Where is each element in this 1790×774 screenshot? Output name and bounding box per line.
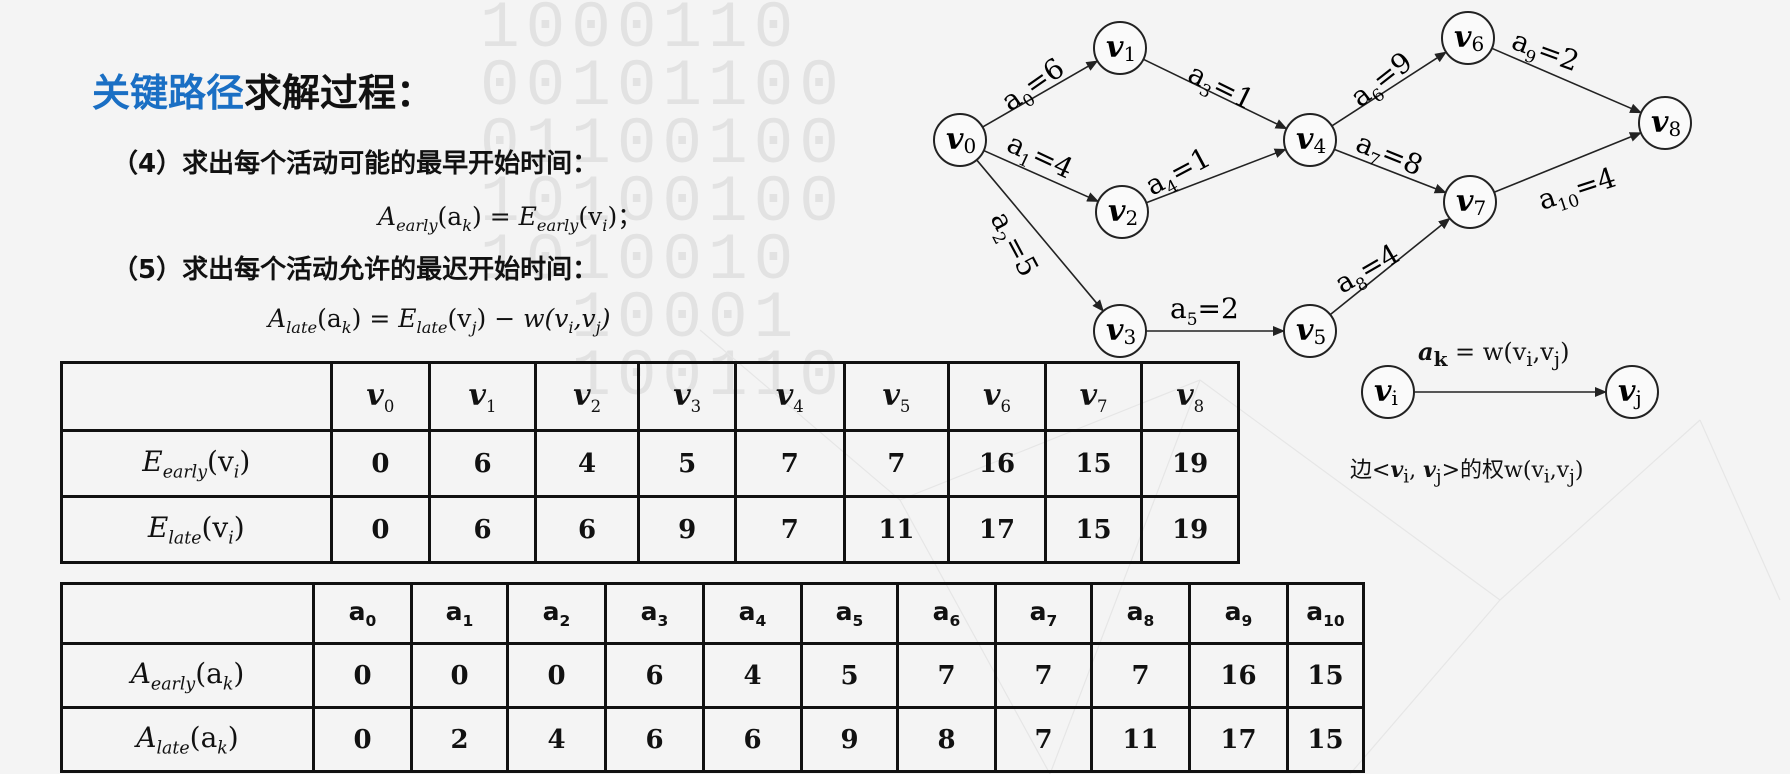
edge-label-a7: a7=8: [1350, 126, 1428, 187]
edge-label-a0: a0=6: [995, 51, 1073, 122]
aoe-network-diagram: a0=6a1=4 a2=5 a3=1 a4=1 a5=2 a6=9 a7=8 a8=4 a9=2…: [933, 11, 1692, 419]
legend-weight-formula: ak = w(vi,vj): [1418, 337, 1570, 371]
edge-label-a4: a4=1: [1140, 141, 1219, 207]
legend-caption: 边<vi, vj>的权w(vi,vj): [1350, 457, 1584, 488]
edge-label-a5: a5=2: [1170, 292, 1239, 330]
edge-label-a9: a9=2: [1506, 24, 1584, 83]
edge-label-a1: a1=4: [1000, 126, 1078, 190]
edge-v7-v8: [1493, 132, 1642, 193]
edge-label-a2: a2=5: [979, 206, 1045, 285]
edge-label-a3: a3=1: [1181, 57, 1260, 121]
edge-label-a10: a10=4: [1534, 161, 1621, 222]
edge-label-a8: a8=4: [1329, 237, 1408, 304]
edge-label-a6: a6=9: [1344, 45, 1422, 117]
